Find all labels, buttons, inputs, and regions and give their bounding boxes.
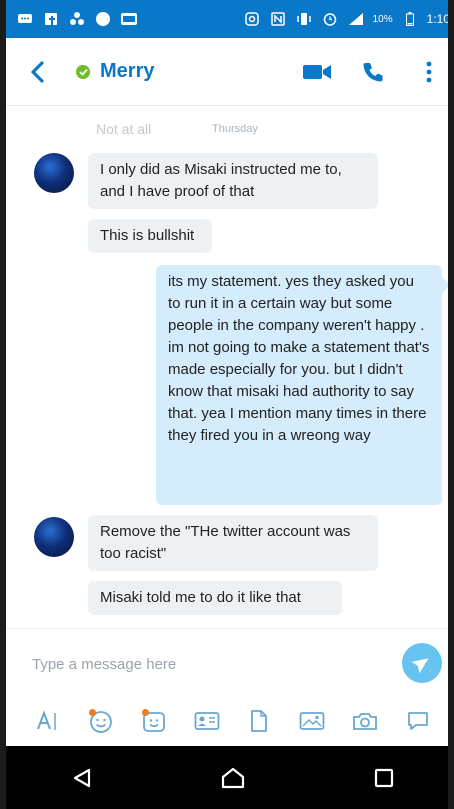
photo-button[interactable] [296, 705, 328, 737]
alarm-icon [321, 10, 339, 28]
message-bubble[interactable]: I only did as Misaki instructed me to, a… [88, 153, 378, 209]
message-list[interactable]: Not at all Thursday I only did as Misaki… [6, 107, 448, 627]
presence-online-icon [76, 64, 90, 79]
status-bar-system: 10% 1:10 [243, 10, 450, 28]
audio-call-button[interactable] [356, 55, 390, 89]
status-bar: 10% 1:10 [6, 0, 450, 38]
contact-card-button[interactable] [191, 705, 223, 737]
day-label: Thursday [212, 123, 258, 135]
facebook-icon [42, 10, 60, 28]
send-arrow-icon [412, 658, 429, 673]
battery-level: 10% [372, 13, 393, 25]
composer-toolbar [6, 703, 448, 739]
back-button[interactable] [20, 52, 54, 92]
font-format-button[interactable] [32, 705, 64, 737]
battery-icon [401, 10, 419, 28]
nav-home-button[interactable] [203, 753, 263, 803]
camera-button[interactable] [349, 705, 381, 737]
mojis-icon [141, 709, 165, 732]
font-format-icon [37, 710, 57, 730]
previous-message-fragment: Not at all [96, 121, 152, 137]
message-text: its my statement. yes they asked you to … [168, 273, 430, 444]
signal-icon [347, 10, 365, 28]
emoticon-button[interactable] [85, 705, 117, 737]
status-bar-notifications [16, 10, 138, 28]
message-icon [16, 10, 34, 28]
send-button[interactable] [402, 643, 442, 683]
message-input[interactable] [28, 647, 396, 681]
back-triangle-icon [73, 768, 90, 787]
more-vertical-icon [426, 61, 432, 82]
phone-frame: 10% 1:10 Merry Not at all Thursday I onl… [0, 0, 454, 809]
chat-bubble-icon [407, 712, 428, 730]
android-navigation-bar [6, 746, 448, 809]
nav-recents-button[interactable] [354, 753, 414, 803]
message-bubble[interactable]: Misaki told me to do it like that [88, 581, 342, 615]
avatar[interactable] [34, 153, 74, 193]
photo-icon [299, 712, 325, 730]
video-camera-icon [303, 64, 331, 79]
app-icon [68, 10, 86, 28]
file-icon [251, 710, 268, 732]
avatar[interactable] [34, 517, 74, 557]
circle-icon [94, 10, 112, 28]
video-call-button[interactable] [300, 55, 334, 89]
nfc-icon [269, 10, 287, 28]
file-button[interactable] [243, 705, 275, 737]
instagram-icon [243, 10, 261, 28]
day-separator: Not at all Thursday [6, 117, 448, 139]
message-bubble[interactable]: Remove the "THe twitter account was too … [88, 515, 378, 571]
header-actions [300, 55, 446, 89]
camera-icon [352, 713, 377, 730]
emoticon-icon [89, 709, 113, 733]
message-bubble-outgoing[interactable]: its my statement. yes they asked you to … [156, 265, 448, 505]
mojis-button[interactable] [138, 705, 170, 737]
contact-name[interactable]: Merry [100, 60, 154, 83]
chat-header: Merry [6, 38, 448, 106]
phone-icon [363, 62, 383, 81]
contact-card-icon [194, 712, 220, 730]
more-options-button[interactable] [412, 55, 446, 89]
bubble-tail [442, 277, 448, 293]
gallery-icon [120, 10, 138, 28]
message-bubble[interactable]: This is bullshit [88, 219, 212, 253]
chat-bubble-button[interactable] [402, 705, 434, 737]
nav-back-button[interactable] [52, 753, 112, 803]
composer [6, 628, 448, 747]
clock: 1:10 [426, 12, 450, 26]
home-icon [221, 767, 245, 788]
vibrate-icon [295, 10, 313, 28]
recents-icon [375, 768, 394, 787]
chevron-left-icon [31, 60, 44, 83]
